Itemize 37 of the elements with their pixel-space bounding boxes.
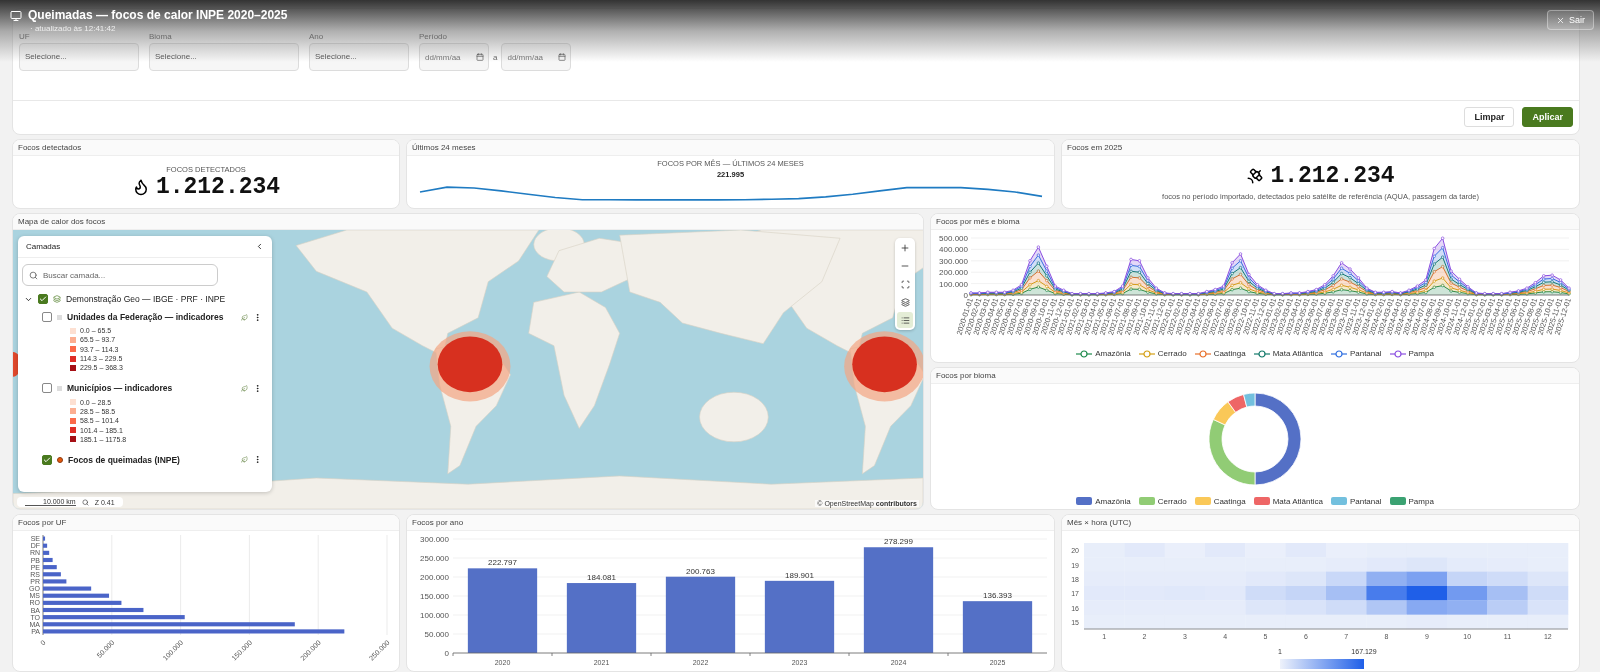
kpi-value: 1.212.234 (1270, 163, 1395, 189)
axis-tick-label: 150.000 (420, 592, 449, 601)
axis-tick-label: 500.000 (939, 233, 968, 243)
value-label: 136.393 (983, 591, 1012, 601)
card-title: Mês × hora (UTC) (1062, 515, 1579, 531)
card-title: Focos por ano (407, 515, 1054, 531)
axis-tick-label: 100.000 (420, 611, 449, 620)
field-label: Bioma (149, 32, 173, 41)
axis-tick-label: 300.000 (939, 256, 968, 266)
range-separator: a (493, 52, 498, 62)
value-label: 200.763 (686, 566, 715, 576)
axis-tick-label: 0 (444, 649, 449, 658)
panel-title: Camadas (26, 242, 61, 251)
axis-tick-label: 200.000 (939, 267, 968, 277)
card-title: Focos por bioma (931, 368, 1579, 384)
card-title: Focos em 2025 (1062, 140, 1579, 156)
field-label: UF (19, 32, 31, 41)
axis-tick-label: 300.000 (420, 535, 449, 544)
axis-tick-label: 50.000 (424, 630, 449, 639)
axis-tick-label: 0 (963, 290, 968, 300)
page-title: Queimadas — focos de calor INPE 2020–2025 (28, 8, 289, 22)
value-label: 278.299 (884, 537, 913, 547)
axis-tick-label: 200.000 (420, 573, 449, 582)
axis-tick-label: 400.000 (939, 244, 968, 254)
kpi-value: 1.212.234 (155, 173, 281, 200)
card-title: Últimos 24 meses (407, 140, 1054, 156)
axis-tick-label: 100.000 (939, 279, 968, 289)
field-label: Ano (309, 32, 325, 41)
axis-tick-label: 250.000 (420, 554, 449, 563)
value-label: 222.797 (488, 558, 517, 568)
card-title: Focos por UF (13, 515, 399, 531)
card-title: Mapa de calor dos focos (13, 214, 923, 230)
value-label: 184.081 (587, 573, 616, 583)
card-title: Focos detectados (13, 140, 399, 156)
value-label: 189.901 (785, 570, 814, 580)
card-title: Focos por mês e bioma (931, 214, 1579, 230)
field-label: Período (419, 32, 449, 41)
